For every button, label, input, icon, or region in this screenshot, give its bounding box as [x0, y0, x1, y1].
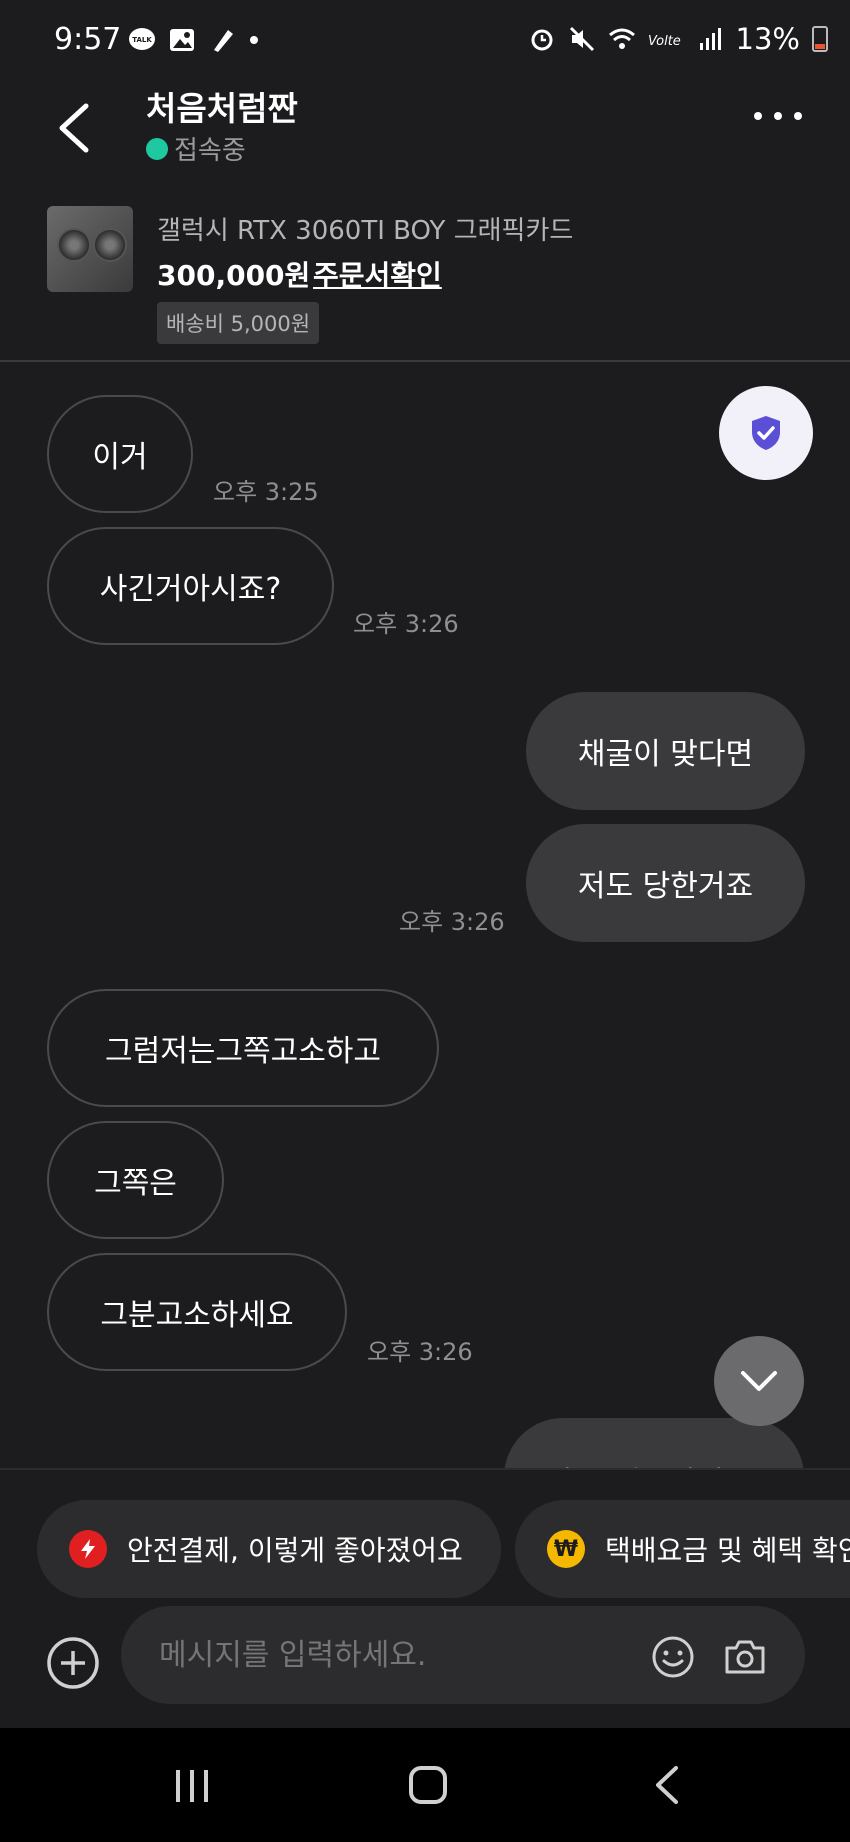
- message-time: 오후 3:26: [353, 610, 459, 638]
- system-nav-bar: [0, 1728, 850, 1842]
- message-bubble-in: 이거: [47, 395, 193, 513]
- pen-icon: [214, 30, 233, 52]
- chip-label: 안전결제, 이렇게 좋아졌어요: [127, 1534, 463, 1567]
- online-status-label: 접속중: [174, 136, 246, 166]
- won-icon: ₩: [547, 1530, 585, 1568]
- alarm-icon: [531, 29, 553, 51]
- online-dot-icon: [146, 137, 168, 160]
- message-input[interactable]: [121, 1606, 805, 1704]
- chip-safe-payment[interactable]: 안전결제, 이렇게 좋아졌어요: [37, 1500, 501, 1598]
- lightning-icon: [69, 1530, 107, 1568]
- svg-text:Volte: Volte: [648, 34, 681, 49]
- product-name: 갤럭시 RTX 3060TI BOY 그래픽카드: [157, 216, 574, 246]
- back-arrow-icon[interactable]: [52, 100, 96, 156]
- gallery-icon: [170, 29, 194, 51]
- battery-percent: 13%: [735, 22, 800, 56]
- shield-check-icon: [752, 416, 780, 450]
- message-bubble-in: 그분고소하세요: [47, 1253, 347, 1371]
- quick-action-chips: 안전결제, 이렇게 좋아졌어요 ₩ 택배요금 및 혜택 확인: [0, 1468, 850, 1598]
- status-right: Volte 13%: [528, 22, 828, 56]
- signal-icon: [699, 28, 721, 50]
- more-options-icon[interactable]: [754, 112, 802, 120]
- notification-icons: TALK: [128, 26, 260, 54]
- product-card[interactable]: 갤럭시 RTX 3060TI BOY 그래픽카드 300,000원 주문서확인 …: [0, 172, 850, 362]
- emoji-icon[interactable]: [651, 1635, 695, 1679]
- message-bubble-in: 그럼저는그쪽고소하고: [47, 989, 439, 1107]
- shipping-badge: 배송비 5,000원: [157, 302, 320, 344]
- chip-delivery-fee[interactable]: ₩ 택배요금 및 혜택 확인: [515, 1500, 850, 1598]
- online-status: 접속중: [146, 130, 246, 167]
- message-bubble-out: 저도 당한거죠: [526, 824, 805, 942]
- order-confirm-link[interactable]: 주문서확인: [313, 254, 442, 294]
- message-bubble-out: 채굴이 맞다면: [526, 692, 805, 810]
- home-icon[interactable]: [409, 1766, 447, 1804]
- wifi-icon: [608, 28, 635, 49]
- battery-icon: [812, 26, 828, 52]
- message-composer: [0, 1598, 850, 1728]
- camera-icon[interactable]: [723, 1635, 767, 1679]
- chip-label: 택배요금 및 혜택 확인: [605, 1534, 850, 1567]
- chat-title: 처음처럼짠: [146, 89, 298, 128]
- message-bubble-in: 사긴거아시죠?: [47, 527, 334, 645]
- chat-header: 처음처럼짠 접속중: [0, 82, 850, 172]
- message-time: 오후 3:26: [399, 908, 505, 936]
- safety-shield-button[interactable]: [719, 386, 813, 480]
- message-bubble-in: 그쪽은: [47, 1121, 224, 1239]
- mute-icon: [569, 26, 594, 52]
- add-attachment-icon[interactable]: [46, 1636, 100, 1690]
- svg-text:TALK: TALK: [132, 36, 152, 44]
- message-time: 오후 3:25: [213, 478, 319, 506]
- scroll-down-button[interactable]: [714, 1336, 804, 1426]
- status-time: 9:57: [54, 22, 122, 57]
- message-time: 오후 3:26: [367, 1338, 473, 1366]
- recent-apps-icon[interactable]: [172, 1768, 212, 1804]
- product-price: 300,000원: [157, 259, 311, 292]
- volte-icon: Volte: [648, 34, 681, 49]
- nav-back-icon[interactable]: [652, 1764, 682, 1806]
- kakaotalk-icon: TALK: [129, 28, 155, 50]
- chevron-down-icon: [741, 1371, 777, 1391]
- dot-icon: [250, 36, 258, 44]
- status-bar: 9:57 TALK Volte 13%: [0, 0, 850, 82]
- product-thumbnail[interactable]: [47, 206, 133, 292]
